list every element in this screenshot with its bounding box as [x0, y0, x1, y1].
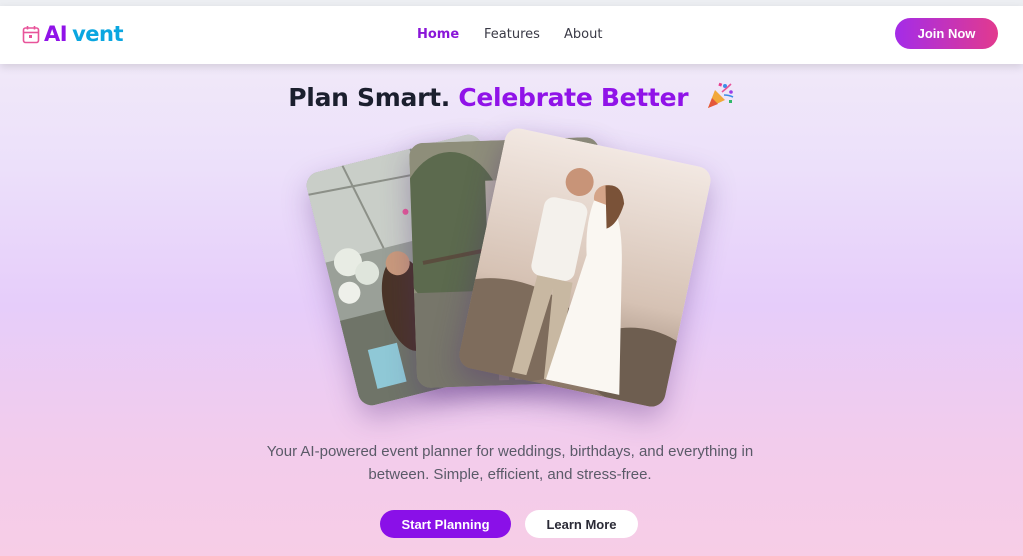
- start-planning-button[interactable]: Start Planning: [380, 510, 511, 538]
- learn-more-button[interactable]: Learn More: [525, 510, 638, 538]
- hero-description: Your AI-powered event planner for weddin…: [266, 443, 754, 483]
